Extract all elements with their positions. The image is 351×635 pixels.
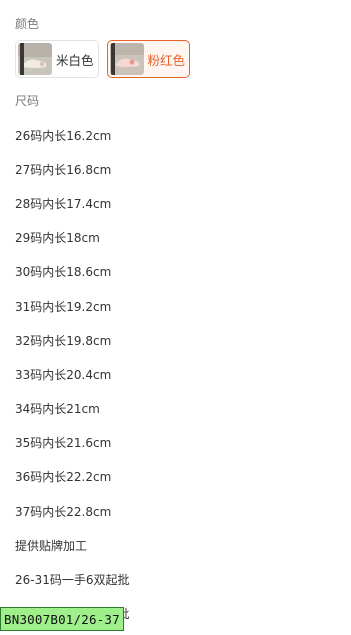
product-spec-panel: 颜色 米白色 粉红色 尺码 26码内长16.2cm 27码内长16.8cm 28… — [0, 0, 351, 635]
size-option[interactable]: 32码内长19.8cm — [15, 323, 130, 357]
color-options: 米白色 粉红色 — [15, 40, 191, 78]
size-option[interactable]: 26码内长16.2cm — [15, 118, 130, 152]
color-section-label: 颜色 — [15, 17, 40, 31]
size-option[interactable]: 30码内长18.6cm — [15, 255, 130, 289]
color-option-label: 粉红色 — [147, 52, 186, 68]
sku-label-tag: BN3007B01/26-37 — [0, 607, 124, 631]
shoe-thumbnail-icon — [109, 43, 144, 75]
size-option[interactable]: 36码内长22.2cm — [15, 460, 130, 494]
size-section-label: 尺码 — [15, 94, 40, 108]
shoe-thumbnail-icon — [18, 43, 52, 75]
size-option[interactable]: 29码内长18cm — [15, 221, 130, 255]
size-option[interactable]: 提供贴牌加工 — [15, 528, 130, 562]
size-option[interactable]: 27码内长16.8cm — [15, 152, 130, 186]
color-option-label: 米白色 — [56, 52, 94, 68]
color-option-off-white[interactable]: 米白色 — [15, 40, 99, 78]
size-option[interactable]: 28码内长17.4cm — [15, 186, 130, 220]
size-option[interactable]: 34码内长21cm — [15, 392, 130, 426]
size-option[interactable]: 31码内长19.2cm — [15, 289, 130, 323]
size-option[interactable]: 35码内长21.6cm — [15, 426, 130, 460]
color-option-pink[interactable]: 粉红色 — [106, 40, 191, 78]
size-options: 26码内长16.2cm 27码内长16.8cm 28码内长17.4cm 29码内… — [15, 118, 130, 631]
size-option[interactable]: 37码内长22.8cm — [15, 494, 130, 528]
size-option[interactable]: 26-31码一手6双起批 — [15, 562, 130, 596]
size-option[interactable]: 33码内长20.4cm — [15, 357, 130, 391]
